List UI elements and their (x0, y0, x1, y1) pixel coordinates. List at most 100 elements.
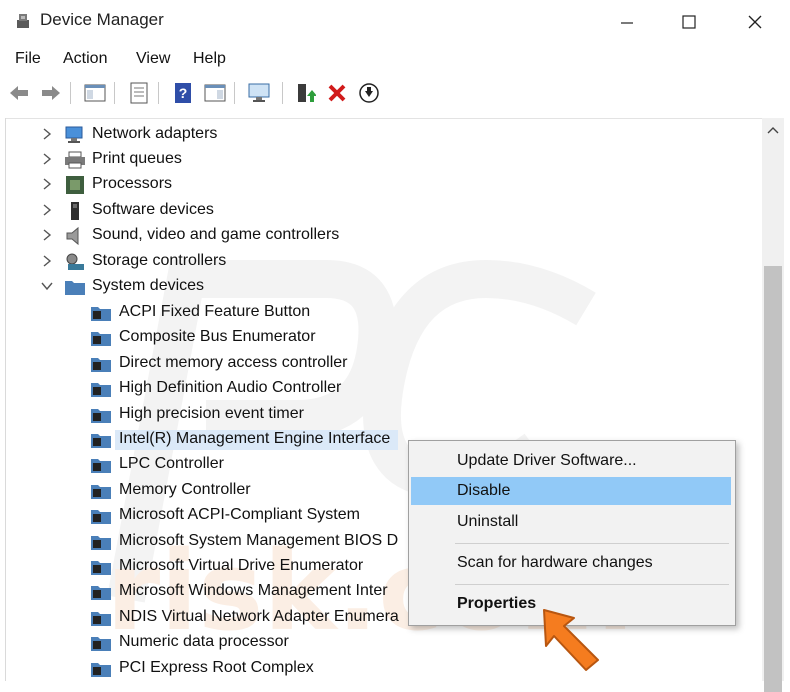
menu-file[interactable]: File (15, 50, 41, 68)
scroll-thumb[interactable] (764, 266, 782, 692)
tree-item-label: Storage controllers (92, 252, 227, 269)
minimize-icon (621, 22, 633, 24)
chevron-right-icon[interactable] (40, 254, 54, 268)
action-pane-button[interactable] (202, 80, 228, 106)
tree-item-label: PCI Express Root Complex (119, 659, 314, 676)
system-device-icon (91, 612, 111, 626)
menu-item-label: Uninstall (457, 513, 519, 530)
system-device-item[interactable]: Memory Controller (86, 479, 416, 503)
system-device-item[interactable]: Composite Bus Enumerator (86, 326, 416, 350)
system-device-item[interactable]: Microsoft ACPI-Compliant System (86, 504, 416, 528)
tree-item-label: ACPI Fixed Feature Button (119, 303, 311, 320)
chevron-right-icon[interactable] (40, 177, 54, 191)
menu-separator (455, 543, 729, 544)
system-device-item[interactable]: Intel(R) Management Engine Interface (86, 428, 416, 452)
scroll-up-button[interactable] (762, 118, 784, 142)
system-device-icon (91, 332, 111, 346)
tree-item-label: Print queues (92, 150, 182, 167)
menu-update-driver-software[interactable]: Update Driver Software... (411, 447, 731, 475)
system-device-icon (91, 434, 111, 448)
menu-view[interactable]: View (136, 50, 170, 68)
update-driver-button[interactable] (292, 80, 318, 106)
chevron-right-icon[interactable] (40, 203, 54, 217)
system-device-item[interactable]: Direct memory access controller (86, 352, 416, 376)
system-device-item[interactable]: Microsoft System Management BIOS D (86, 530, 416, 554)
properties-icon (130, 82, 148, 104)
device-manager-icon (17, 14, 29, 28)
tree-item-network-adapters[interactable]: Network adapters (40, 123, 440, 147)
show-hide-console-tree-icon (84, 84, 106, 102)
tree-item-system-devices[interactable]: System devices (40, 275, 440, 299)
uninstall-icon (328, 84, 346, 102)
system-device-item[interactable]: Numeric data processor (86, 631, 416, 655)
printer-icon (65, 151, 85, 169)
tree-item-label: Software devices (92, 201, 214, 218)
tree-item-label: Microsoft Virtual Drive Enumerator (119, 557, 364, 574)
svg-text:?: ? (179, 85, 188, 101)
tree-item-print-queues[interactable]: Print queues (40, 148, 440, 172)
tree-item-storage-controllers[interactable]: Storage controllers (40, 250, 440, 274)
menu-help[interactable]: Help (193, 50, 226, 68)
network-adapter-icon (65, 126, 83, 143)
disable-button[interactable] (356, 80, 382, 106)
tree-item-label: Microsoft ACPI-Compliant System (119, 506, 360, 523)
monitor-icon (248, 83, 270, 102)
menu-disable[interactable]: Disable (411, 477, 731, 505)
toolbar: ? (0, 76, 790, 112)
system-device-item[interactable]: High Definition Audio Controller (86, 377, 416, 401)
speaker-icon (66, 226, 79, 246)
back-icon (10, 86, 28, 100)
tree-item-label: Sound, video and game controllers (92, 226, 340, 243)
system-device-item[interactable]: Microsoft Virtual Drive Enumerator (86, 555, 416, 579)
system-device-item[interactable]: High precision event timer (86, 403, 416, 427)
forward-icon (42, 86, 60, 100)
menu-separator (455, 584, 729, 585)
system-device-icon (91, 637, 111, 651)
menu-item-label: Update Driver Software... (457, 452, 637, 469)
menu-bar: File Action View Help (0, 44, 790, 74)
tree-item-label: Composite Bus Enumerator (119, 328, 316, 345)
chevron-right-icon[interactable] (40, 228, 54, 242)
toolbar-separator (70, 82, 71, 104)
tree-item-label: Numeric data processor (119, 633, 289, 650)
minimize-button[interactable] (604, 0, 650, 44)
system-device-icon (91, 510, 111, 524)
system-device-icon (91, 663, 111, 677)
forward-button[interactable] (38, 80, 64, 106)
back-button[interactable] (6, 80, 32, 106)
tree-item-label: NDIS Virtual Network Adapter Enumera (119, 608, 399, 625)
system-device-item[interactable]: LPC Controller (86, 453, 416, 477)
tree-item-sound-video-game[interactable]: Sound, video and game controllers (40, 224, 460, 248)
system-device-icon (91, 307, 111, 321)
system-device-item[interactable]: Microsoft Windows Management Inter (86, 580, 416, 604)
uninstall-button[interactable] (324, 80, 350, 106)
chevron-right-icon[interactable] (40, 152, 54, 166)
system-device-icon (91, 485, 111, 499)
help-button[interactable]: ? (170, 80, 196, 106)
menu-action[interactable]: Action (63, 50, 107, 68)
title-bar: Device Manager (0, 0, 790, 44)
chevron-down-icon[interactable] (40, 279, 54, 293)
scan-hardware-button[interactable] (246, 80, 272, 106)
processor-icon (66, 176, 84, 194)
menu-item-label: Scan for hardware changes (457, 554, 653, 571)
system-device-item[interactable]: PCI Express Root Complex (86, 657, 416, 681)
storage-controller-icon (66, 253, 84, 270)
system-device-item[interactable]: ACPI Fixed Feature Button (86, 301, 416, 325)
close-icon (748, 15, 762, 29)
system-device-item[interactable]: NDIS Virtual Network Adapter Enumera (86, 606, 416, 630)
maximize-button[interactable] (666, 0, 712, 44)
menu-uninstall[interactable]: Uninstall (411, 508, 731, 536)
tree-item-processors[interactable]: Processors (40, 173, 440, 197)
menu-scan-hardware[interactable]: Scan for hardware changes (411, 549, 731, 577)
vertical-scrollbar[interactable] (762, 118, 784, 692)
properties-button[interactable] (126, 80, 152, 106)
close-button[interactable] (732, 0, 778, 44)
chevron-right-icon[interactable] (40, 127, 54, 141)
update-driver-icon (298, 84, 316, 102)
chevron-up-icon (767, 127, 779, 134)
console-tree-button[interactable] (82, 80, 108, 106)
tree-item-label: Network adapters (92, 125, 218, 142)
menu-item-label: Disable (457, 482, 511, 499)
tree-item-software-devices[interactable]: Software devices (40, 199, 440, 223)
